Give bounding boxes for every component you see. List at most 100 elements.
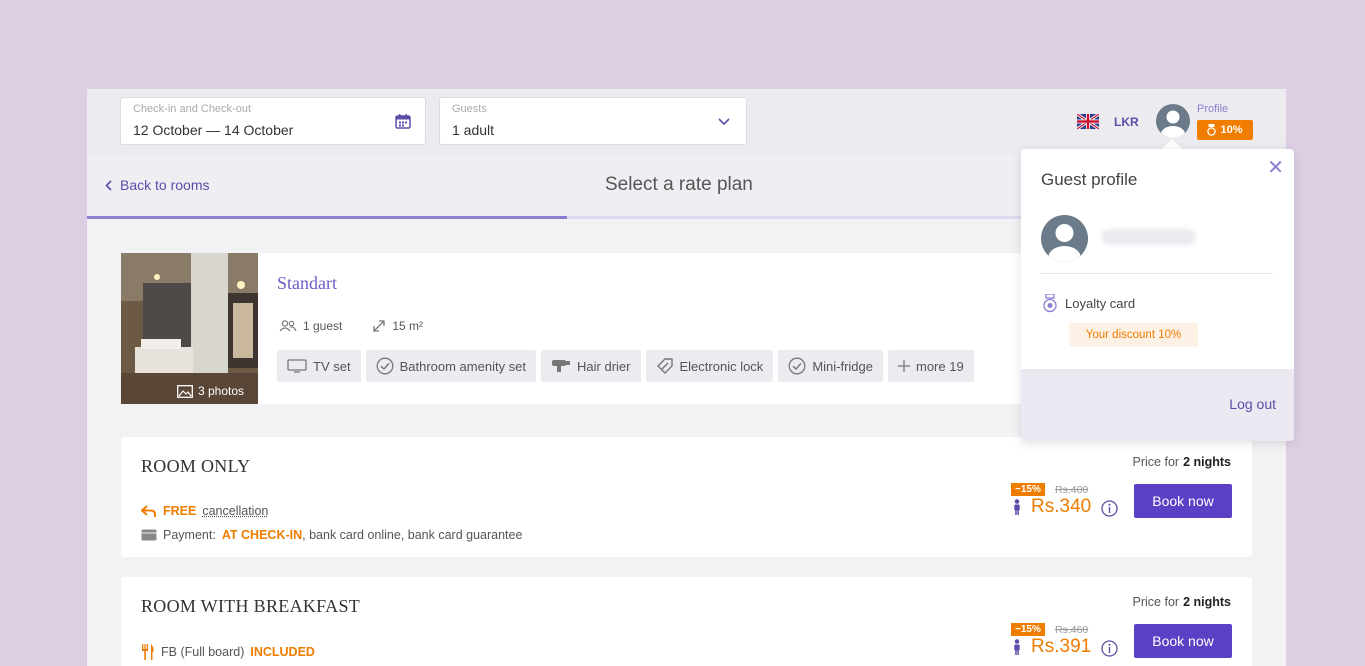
person-icon: [1014, 499, 1020, 515]
price-for-nights: 2 nights: [1183, 455, 1231, 469]
loyalty-badge-value: 10%: [1220, 124, 1243, 136]
discount-badge: −15%: [1011, 483, 1045, 496]
profile-link[interactable]: Profile: [1197, 103, 1228, 115]
close-icon[interactable]: ✕: [1267, 155, 1284, 180]
area-icon: [373, 320, 386, 332]
blurred-phone: [1101, 229, 1196, 245]
amenities-list: TV set Bathroom amenity set Hair drier E…: [277, 350, 974, 382]
popup-footer: Log out: [1021, 369, 1294, 441]
old-price: Rs.400: [1055, 484, 1089, 496]
fork-knife-icon: [142, 644, 154, 660]
new-price: Rs.340: [1031, 496, 1092, 517]
cancellation-line[interactable]: FREE cancellation: [141, 504, 268, 518]
amenity-chip: Mini-fridge: [778, 350, 883, 382]
person-icon: [1014, 639, 1020, 655]
return-arrow-icon: [141, 504, 156, 517]
rate-title: ROOM ONLY: [141, 456, 251, 476]
info-icon[interactable]: [1101, 640, 1118, 657]
dates-field[interactable]: Check-in and Check-out 12 October — 14 O…: [120, 97, 426, 145]
step-progress-fill: [87, 216, 567, 219]
amenity-chip: Electronic lock: [645, 350, 774, 382]
meal-text: FB (Full board): [161, 645, 245, 659]
room-guests: 1 guest: [303, 319, 343, 333]
divider: [1041, 273, 1273, 274]
rate-card-room-only: ROOM ONLY FREE cancellation Payment: AT …: [121, 437, 1252, 557]
cancellation-text: cancellation: [202, 504, 269, 518]
search-bar: Check-in and Check-out 12 October — 14 O…: [87, 89, 1286, 155]
guests-icon: [279, 320, 297, 332]
dates-label: Check-in and Check-out: [133, 103, 252, 115]
page-title: Select a rate plan: [605, 174, 753, 195]
cancellation-highlight: FREE: [163, 504, 197, 518]
new-price: Rs.391: [1031, 636, 1092, 657]
medal-icon: [1207, 124, 1217, 136]
uk-flag-icon[interactable]: [1077, 114, 1099, 129]
price-for-prefix: Price for: [1132, 455, 1180, 469]
discount-badge: −15%: [1011, 623, 1045, 636]
check-circle-icon: [788, 357, 806, 375]
price-for: Price for 2 nights: [1133, 455, 1231, 469]
room-photo-image: [121, 253, 258, 404]
photos-count-label: 3 photos: [198, 384, 245, 398]
profile-avatar[interactable]: [1156, 104, 1190, 138]
amenity-chip: TV set: [277, 350, 361, 382]
price-for-nights: 2 nights: [1183, 595, 1231, 609]
guests-label: Guests: [452, 103, 487, 115]
payment-text: , bank card online, bank card guarantee: [302, 528, 523, 542]
amenity-label: Mini-fridge: [812, 358, 873, 374]
logout-button[interactable]: Log out: [1229, 396, 1276, 412]
rate-card-room-with-breakfast: ROOM WITH BREAKFAST FB (Full board) INCL…: [121, 577, 1252, 666]
guest-profile-popup: ✕ Guest profile Loyalty card Your discou…: [1021, 149, 1294, 441]
chevron-down-icon: [718, 118, 730, 126]
rate-title: ROOM WITH BREAKFAST: [141, 596, 361, 616]
amenity-label: Bathroom amenity set: [399, 358, 527, 374]
medal-icon: [1043, 294, 1057, 313]
info-icon[interactable]: [1101, 500, 1118, 517]
room-name-link[interactable]: Standart: [277, 273, 337, 294]
book-now-button[interactable]: Book now: [1134, 484, 1232, 518]
amenity-label: TV set: [313, 358, 351, 374]
payment-prefix: Payment:: [163, 528, 216, 542]
loyalty-card-row: Loyalty card: [1043, 294, 1135, 313]
room-photo[interactable]: 3 photos: [121, 253, 258, 404]
currency-selector[interactable]: LKR: [1114, 115, 1139, 129]
photos-count[interactable]: 3 photos: [177, 384, 244, 398]
image-icon: [177, 384, 193, 398]
chevron-left-icon: [105, 179, 112, 191]
guests-value: 1 adult: [452, 122, 495, 138]
old-price: Rs.460: [1055, 624, 1089, 636]
amenity-label: Electronic lock: [679, 358, 764, 374]
user-icon: [1161, 110, 1185, 138]
more-amenities-button[interactable]: more 19: [888, 350, 974, 382]
dates-value: 12 October — 14 October: [133, 122, 294, 138]
tv-icon: [287, 359, 307, 373]
room-area: 15 m²: [392, 319, 424, 333]
amenity-label: more 19: [916, 358, 964, 374]
back-to-rooms-link[interactable]: Back to rooms: [105, 177, 209, 193]
check-circle-icon: [376, 357, 394, 375]
amenity-label: Hair drier: [577, 358, 631, 374]
plus-icon: [898, 360, 910, 372]
book-now-button[interactable]: Book now: [1134, 624, 1232, 658]
price-for-prefix: Price for: [1132, 595, 1180, 609]
guests-field[interactable]: Guests 1 adult: [439, 97, 747, 145]
loyalty-label: Loyalty card: [1065, 296, 1136, 311]
discount-pill: Your discount 10%: [1069, 323, 1198, 347]
calendar-icon: [395, 114, 411, 129]
tag-icon: [656, 358, 673, 374]
guest-avatar: [1041, 215, 1088, 262]
payment-highlight: AT CHECK-IN: [221, 528, 303, 542]
loyalty-badge: 10%: [1197, 120, 1253, 140]
price-for: Price for 2 nights: [1133, 595, 1231, 609]
meal-highlight: INCLUDED: [250, 645, 315, 659]
payment-line: Payment: AT CHECK-IN , bank card online,…: [141, 528, 522, 542]
popup-title: Guest profile: [1041, 170, 1138, 189]
room-meta: 1 guest 15 m²: [279, 319, 423, 333]
meal-line: FB (Full board) INCLUDED: [141, 644, 315, 660]
hair-drier-icon: [552, 360, 571, 372]
amenity-chip: Bathroom amenity set: [365, 350, 537, 382]
back-label: Back to rooms: [120, 177, 210, 193]
amenity-chip: Hair drier: [541, 350, 641, 382]
card-icon: [141, 529, 157, 541]
user-icon: [1048, 224, 1081, 262]
